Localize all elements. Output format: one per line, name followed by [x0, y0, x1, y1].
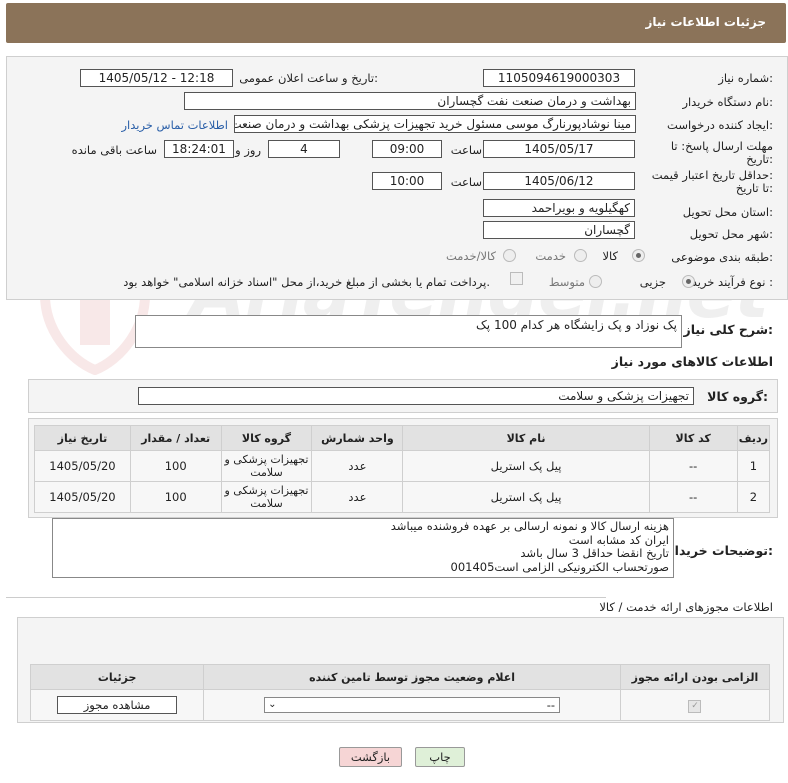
province-label: استان محل تحویل:	[682, 205, 773, 219]
buyer-note-line: تاریخ انقضا حداقل 3 سال باشد	[520, 546, 669, 560]
category-service-label: خدمت	[535, 249, 566, 263]
category-service-radio[interactable]	[574, 249, 587, 262]
validity-time-label: ساعت	[450, 175, 482, 189]
deadline-time-field: 09:00	[372, 140, 442, 158]
goods-group-label: گروه کالا:	[707, 389, 768, 404]
col-permit-required: الزامی بودن ارائه مجوز	[619, 664, 771, 690]
remaining-label: ساعت باقی مانده	[71, 143, 157, 157]
days-label: روز و	[235, 143, 261, 157]
city-label: شهر محل تحویل:	[689, 227, 773, 241]
goods-info-title: اطلاعات کالاهای مورد نیاز	[611, 354, 773, 369]
cell-date: 1405/05/20	[34, 481, 131, 513]
table-row: ✓ -- ⌄ مشاهده مجوز	[29, 689, 771, 721]
cell-code: --	[648, 481, 738, 513]
announce-label: تاریخ و ساعت اعلان عمومی:	[239, 71, 378, 85]
permit-status-select[interactable]: -- ⌄	[264, 697, 561, 713]
table-row: 1 -- پیل پک استریل عدد تجهیزات پزشکی و س…	[34, 450, 771, 482]
description-textarea[interactable]: پک نوزاد و پک زایشگاه هر کدام 100 پک	[135, 315, 682, 348]
cell-name: پیل پک استریل	[402, 450, 650, 482]
cell-date: 1405/05/20	[34, 450, 131, 482]
cell-group: تجهیزات پزشکی و سلامت	[220, 450, 313, 482]
buyer-org-field: بهداشت و درمان صنعت نفت گچساران	[184, 92, 636, 110]
cell-row: 2	[736, 481, 771, 513]
validity-date-field: 1405/06/12	[483, 172, 635, 190]
deadline-date-field: 1405/05/17	[483, 140, 635, 158]
col-permit-status: اعلام وضعیت مجوز توسط تامین کننده	[203, 664, 621, 690]
category-goods-radio[interactable]	[632, 249, 645, 262]
col-row: ردیف	[736, 425, 771, 451]
creator-field: مینا نوشادپورنارگ موسی مسئول خرید تجهیزا…	[234, 115, 636, 133]
permits-table: الزامی بودن ارائه مجوز اعلام وضعیت مجوز …	[29, 664, 771, 721]
cell-code: --	[648, 450, 738, 482]
goods-group-field: تجهیزات پزشکی و سلامت	[138, 387, 694, 405]
days-count-field: 4	[268, 140, 340, 158]
validity-label-2: تا تاریخ:	[735, 181, 773, 195]
process-label: نوع فرآیند خرید :	[691, 275, 773, 289]
page-header: جزئیات اطلاعات نیاز	[6, 3, 786, 43]
col-group: گروه کالا	[220, 425, 313, 451]
page-title: جزئیات اطلاعات نیاز	[645, 15, 766, 29]
permits-table-header: الزامی بودن ارائه مجوز اعلام وضعیت مجوز …	[29, 664, 771, 690]
permit-status-value: --	[546, 698, 556, 712]
cell-unit: عدد	[311, 450, 404, 482]
permits-divider	[6, 597, 606, 598]
table-row: 2 -- پیل پک استریل عدد تجهیزات پزشکی و س…	[34, 481, 771, 513]
cell-permit-details: مشاهده مجوز	[29, 689, 205, 721]
process-medium-label: متوسط	[548, 275, 585, 289]
col-date: تاریخ نیاز	[34, 425, 131, 451]
category-both-label: کالا/خدمت	[445, 249, 496, 263]
payment-note: پرداخت تمام یا بخشی از مبلغ خرید،از محل …	[123, 275, 490, 289]
payment-checkbox[interactable]	[510, 272, 523, 285]
category-both-radio[interactable]	[503, 249, 516, 262]
items-table-header: ردیف کد کالا نام کالا واحد شمارش گروه کا…	[34, 425, 771, 451]
col-qty: تعداد / مقدار	[129, 425, 222, 451]
permit-required-checkbox: ✓	[688, 700, 702, 713]
buyer-note-line: صورتحساب الکترونیکی الزامی است001405	[450, 559, 669, 574]
items-table: ردیف کد کالا نام کالا واحد شمارش گروه کا…	[34, 425, 771, 513]
print-button[interactable]: چاپ	[415, 747, 465, 767]
col-unit: واحد شمارش	[311, 425, 404, 451]
process-minor-label: جزیی	[639, 275, 666, 289]
category-goods-label: کالا	[602, 249, 618, 263]
process-minor-radio[interactable]	[682, 275, 695, 288]
remaining-time-field: 18:24:01	[164, 140, 234, 158]
cell-qty: 100	[129, 481, 222, 513]
col-permit-details: جزئیات	[29, 664, 205, 690]
category-label: طبقه بندی موضوعی:	[671, 250, 773, 264]
validity-label-1: حداقل تاریخ اعتبار قیمت:	[651, 168, 773, 182]
permits-section-title: اطلاعات مجوزهای ارائه خدمت / کالا	[599, 600, 773, 614]
buyer-notes-label: توضیحات خریدار:	[667, 543, 773, 558]
announce-field: 1405/05/12 - 12:18	[80, 69, 233, 87]
back-button[interactable]: بازگشت	[339, 747, 402, 767]
cell-unit: عدد	[311, 481, 404, 513]
col-code: کد کالا	[648, 425, 738, 451]
creator-label: ایجاد کننده درخواست:	[667, 118, 773, 132]
view-permit-button[interactable]: مشاهده مجوز	[57, 696, 178, 714]
cell-permit-status: -- ⌄	[203, 689, 621, 721]
deadline-label-2: تاریخ:	[746, 152, 773, 166]
description-label: شرح کلی نیاز:	[683, 322, 774, 337]
cell-qty: 100	[129, 450, 222, 482]
buyer-note-line: ایران کد مشابه است	[568, 532, 669, 547]
cell-name: پیل پک استریل	[402, 481, 650, 513]
buyer-org-label: نام دستگاه خریدار:	[682, 95, 773, 109]
cell-group: تجهیزات پزشکی و سلامت	[220, 481, 313, 513]
deadline-label-1: مهلت ارسال پاسخ: تا	[670, 139, 773, 153]
cell-row: 1	[736, 450, 771, 482]
buyer-contact-link[interactable]: اطلاعات تماس خریدار	[121, 118, 228, 132]
need-number-label: شماره نیاز:	[718, 71, 773, 85]
buyer-notes-textarea[interactable]: هزینه ارسال کالا و نمونه ارسالی بر عهده …	[52, 518, 674, 578]
process-medium-radio[interactable]	[589, 275, 602, 288]
province-field: کهگیلویه و بویراحمد	[483, 199, 635, 217]
need-number-field: 1105094619000303	[483, 69, 635, 87]
col-name: نام کالا	[402, 425, 650, 451]
validity-time-field: 10:00	[372, 172, 442, 190]
deadline-time-label: ساعت	[450, 143, 482, 157]
buyer-note-line: هزینه ارسال کالا و نمونه ارسالی بر عهده …	[390, 519, 669, 533]
city-field: گچساران	[483, 221, 635, 239]
cell-permit-required: ✓	[619, 689, 771, 721]
chevron-down-icon: ⌄	[268, 699, 277, 710]
